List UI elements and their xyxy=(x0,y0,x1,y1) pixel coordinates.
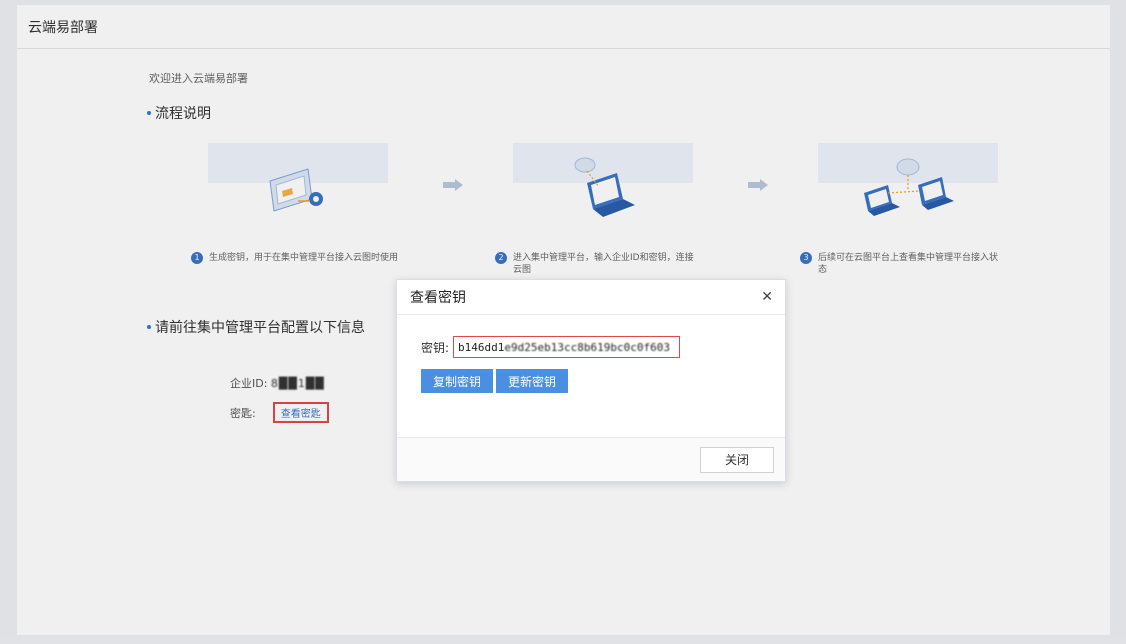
key-value-field: b146dd1 e9d25eb13cc8b619bc0c0f603 xyxy=(453,336,681,358)
dialog-footer: 关闭 xyxy=(397,437,785,481)
dialog-title: 查看密钥 xyxy=(410,290,466,306)
key-display-row: 密钥: b146dd1 e9d25eb13cc8b619bc0c0f603 xyxy=(421,336,761,358)
update-key-button[interactable]: 更新密钥 xyxy=(496,369,569,393)
key-label: 密钥: xyxy=(421,340,450,355)
view-key-dialog: 查看密钥 ✕ 密钥: b146dd1 e9d25eb13cc8b619bc0c0f… xyxy=(396,279,786,482)
dialog-header: 查看密钥 ✕ xyxy=(397,280,785,315)
dialog-actions: 复制密钥 更新密钥 xyxy=(421,369,761,393)
copy-key-button[interactable]: 复制密钥 xyxy=(421,369,494,393)
dialog-body: 密钥: b146dd1 e9d25eb13cc8b619bc0c0f603 复制密… xyxy=(397,315,785,393)
close-button[interactable]: 关闭 xyxy=(700,446,774,473)
close-icon[interactable]: ✕ xyxy=(761,289,773,305)
